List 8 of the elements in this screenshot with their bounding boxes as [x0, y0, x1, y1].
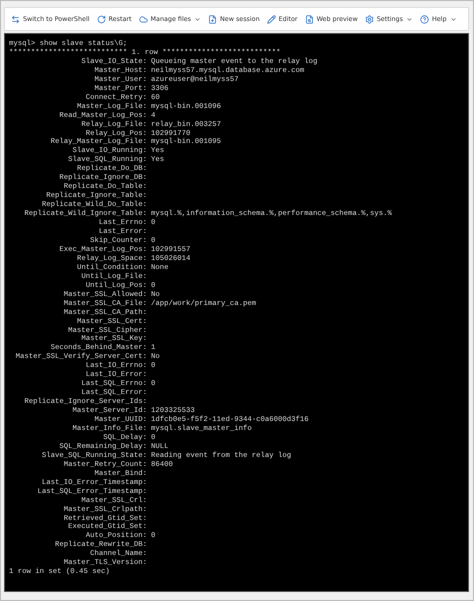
cloud-icon: [138, 14, 148, 24]
arrows-icon: [11, 14, 20, 24]
pencil-icon: [266, 14, 276, 24]
help-icon: [420, 14, 429, 24]
refresh-icon: [96, 14, 106, 24]
file-plus-icon: [208, 14, 217, 24]
file-search-icon: [304, 14, 314, 24]
settings-icon: [364, 14, 374, 24]
